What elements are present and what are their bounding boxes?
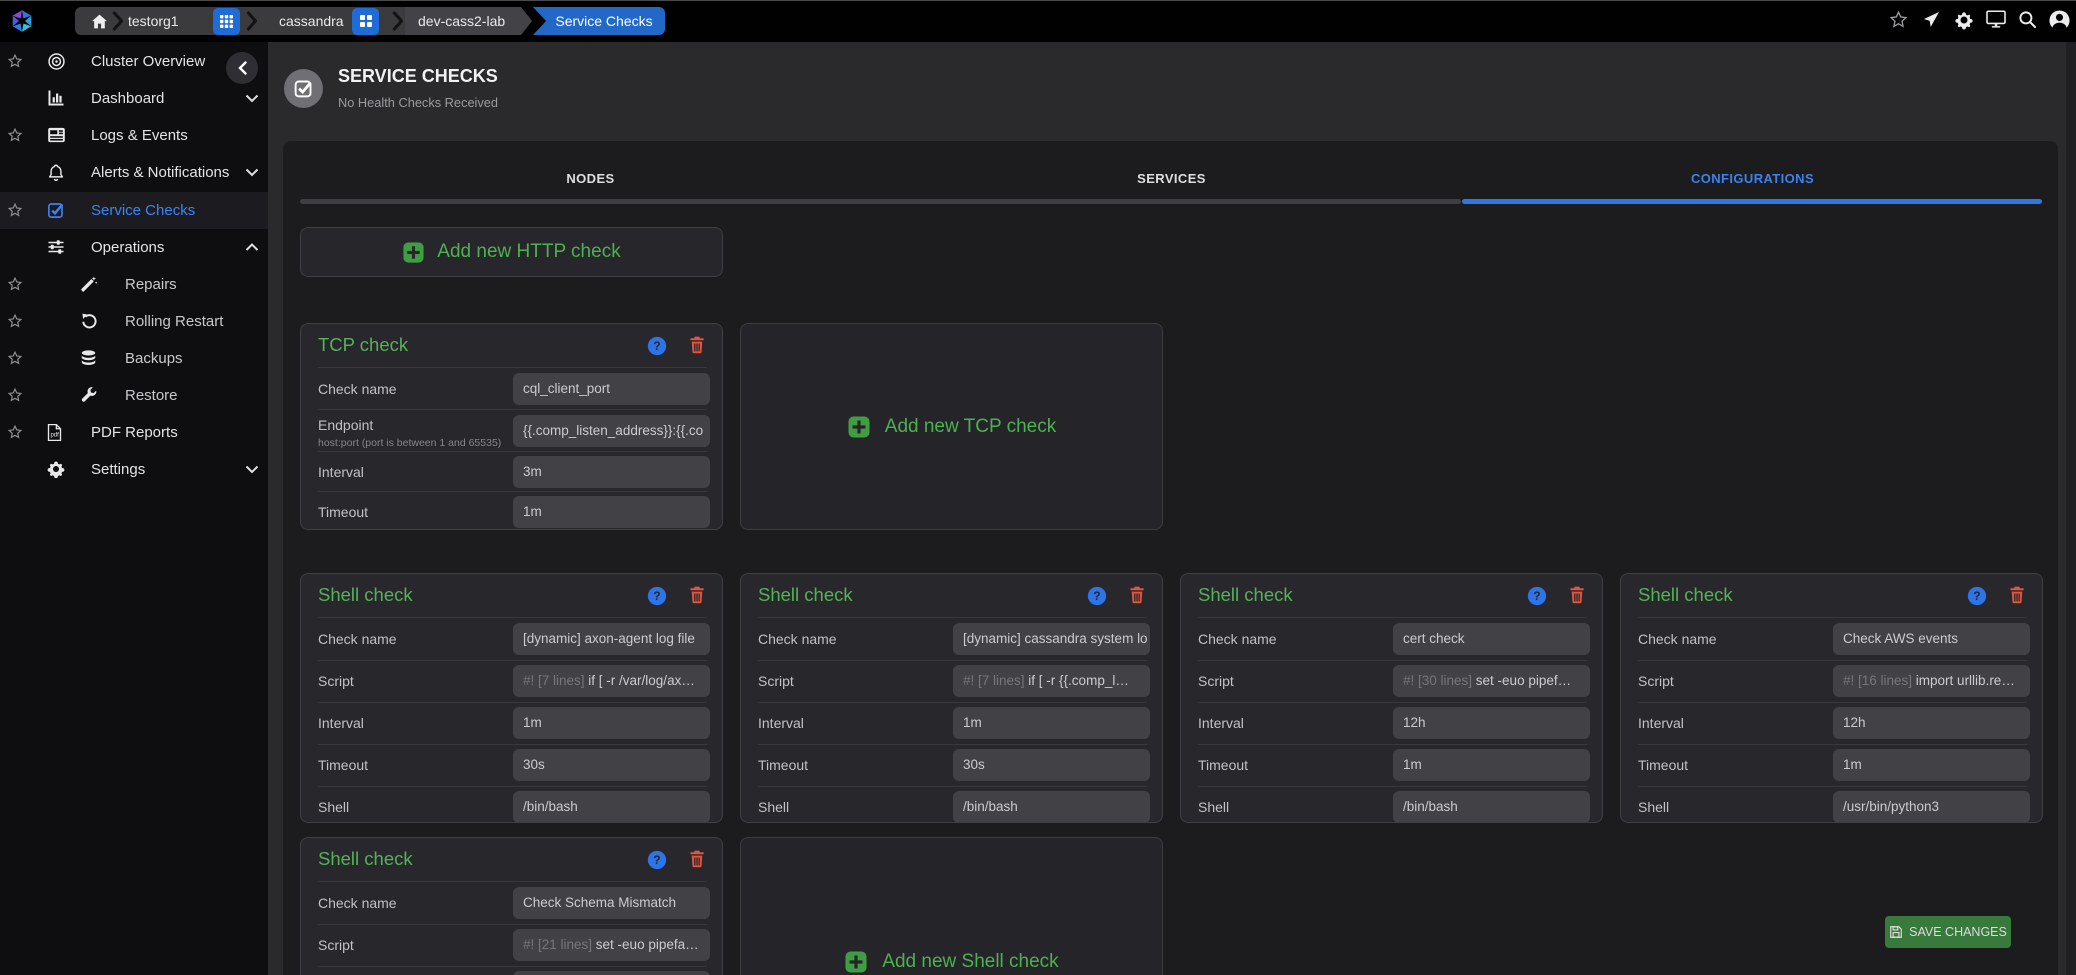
svg-text:pdf: pdf [50, 433, 59, 439]
svg-text:?: ? [653, 339, 660, 353]
svg-text:?: ? [653, 589, 660, 603]
svg-text:?: ? [1533, 589, 1540, 603]
svg-text:?: ? [653, 853, 660, 867]
svg-text:?: ? [1093, 589, 1100, 603]
svg-text:?: ? [1973, 589, 1980, 603]
